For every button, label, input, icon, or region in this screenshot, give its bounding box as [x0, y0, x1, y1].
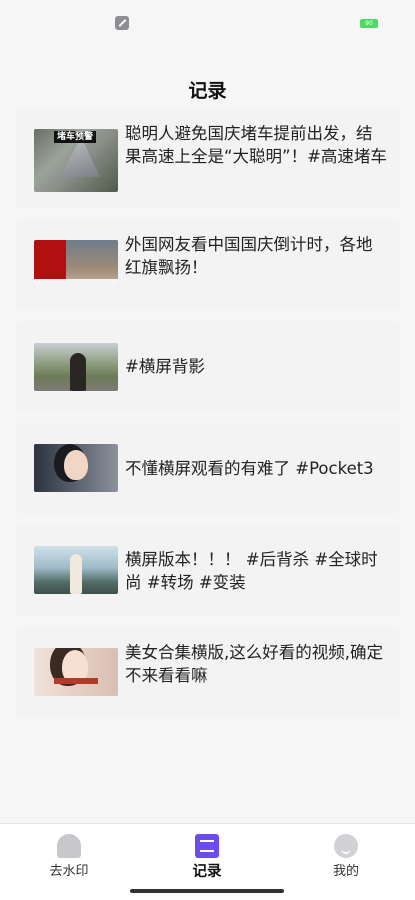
record-item[interactable]: 横屏版本！！！ #后背杀 #全球时尚 #转场 #变装 [16, 525, 400, 616]
page-title: 记录 [188, 80, 227, 102]
record-item[interactable]: 美女合集横版,这么好看的视频,确定不来看看嘛 [16, 627, 400, 718]
record-item[interactable]: 不懂横屏观看的有难了 #Pocket3 [16, 423, 400, 514]
tab-watermark-remove[interactable]: 去水印 [0, 824, 138, 884]
video-thumbnail [34, 546, 118, 594]
record-title: 聪明人避免国庆堵车提前出发，结果高速上全是“大聪明”！#高速堵车 [125, 124, 387, 166]
record-item[interactable]: 外国网友看中国国庆倒计时，各地红旗飘扬！ [16, 219, 400, 310]
tab-label: 记录 [192, 864, 222, 880]
record-title: 美女合集横版,这么好看的视频,确定不来看看嘛 [125, 643, 383, 685]
record-title: #横屏背影 [125, 357, 205, 376]
book-icon [195, 834, 219, 858]
status-bar: 90 [0, 0, 415, 46]
tab-profile[interactable]: 我的 [277, 824, 415, 884]
subtitle-strip [34, 279, 118, 288]
thumbnail-banner [54, 678, 98, 684]
tab-label: 去水印 [49, 864, 89, 879]
video-thumbnail: 堵车预警 [34, 129, 118, 192]
record-title: 外国网友看中国国庆倒计时，各地红旗飘扬！ [125, 235, 373, 277]
record-item[interactable]: 堵车预警 聪明人避免国庆堵车提前出发，结果高速上全是“大聪明”！#高速堵车 [16, 108, 400, 208]
person-silhouette [70, 554, 82, 594]
tab-label: 我的 [332, 864, 359, 879]
record-title: 横屏版本！！！ #后背杀 #全球时尚 #转场 #变装 [125, 550, 378, 592]
video-thumbnail [34, 343, 118, 391]
tab-records[interactable]: 记录 [138, 824, 276, 884]
record-title: 不懂横屏观看的有难了 #Pocket3 [125, 459, 374, 478]
person-silhouette [70, 353, 86, 391]
portrait-face [64, 450, 88, 480]
record-list: 堵车预警 聪明人避免国庆堵车提前出发，结果高速上全是“大聪明”！#高速堵车 外国… [16, 108, 400, 729]
highway-image [60, 143, 100, 177]
smile-face-icon [334, 834, 358, 858]
battery-indicator: 90 [360, 19, 378, 28]
thumbnail-caption: 堵车预警 [54, 131, 97, 143]
wrench-icon [115, 16, 129, 30]
home-indicator[interactable] [130, 889, 284, 893]
house-icon [57, 834, 81, 858]
record-item[interactable]: #横屏背影 [16, 321, 400, 412]
video-thumbnail [34, 444, 118, 492]
video-thumbnail [34, 648, 118, 696]
video-thumbnail [34, 240, 118, 288]
